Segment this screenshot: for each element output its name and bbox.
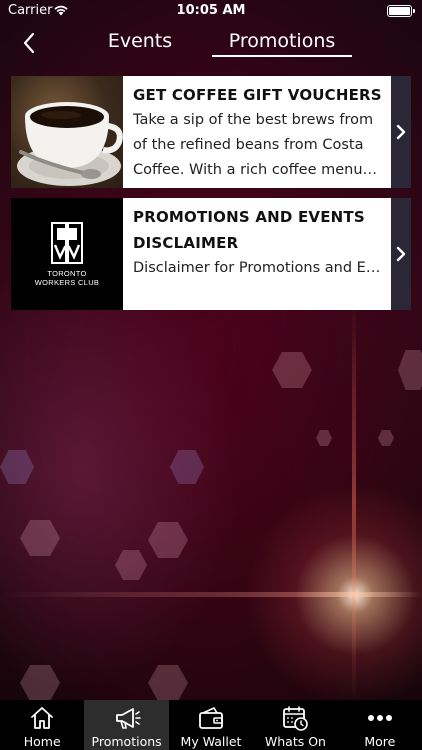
- background-bokeh: [272, 352, 312, 388]
- active-tab-indicator: [212, 55, 352, 57]
- promotion-title: PROMOTIONS AND EVENTS DISCLAIMER: [133, 208, 365, 252]
- chevron-left-icon: [23, 32, 35, 54]
- tab-promotions[interactable]: Promotions: [212, 30, 352, 58]
- wallet-icon: [199, 707, 223, 729]
- megaphone-icon: [115, 708, 141, 729]
- tab-bar-label: More: [364, 734, 396, 749]
- background-bokeh: [378, 430, 394, 446]
- more-dots-icon: [367, 715, 392, 721]
- chevron-right-icon: [396, 124, 406, 140]
- coffee-cup-image: [11, 76, 123, 188]
- status-time: 10:05 AM: [176, 3, 246, 18]
- tab-events[interactable]: Events: [95, 30, 185, 58]
- tab-bar-item-promotions[interactable]: Promotions: [84, 700, 169, 750]
- promotion-open-button[interactable]: [391, 76, 411, 188]
- background-bokeh: [148, 665, 188, 701]
- promotion-description: Take a sip of the best brews from of the…: [133, 112, 374, 178]
- background-light-streak: [352, 300, 356, 700]
- background-light-streak: [0, 592, 422, 597]
- promotion-title: GET COFFEE GIFT VOUCHERS: [133, 86, 382, 104]
- tab-bar-item-home[interactable]: Home: [0, 700, 84, 750]
- background-bokeh: [20, 520, 60, 556]
- background-bokeh: [20, 665, 60, 701]
- background-bokeh: [398, 350, 422, 390]
- background-bokeh: [170, 450, 204, 484]
- tab-bar-label: Whats On: [264, 734, 326, 749]
- background-bokeh: [115, 550, 147, 580]
- tab-bar-item-my-wallet[interactable]: My Wallet: [169, 700, 253, 750]
- promotion-card[interactable]: TORONTO WORKERS CLUB PROMOTIONS AND EVEN…: [11, 198, 411, 310]
- tab-bar-label: My Wallet: [180, 734, 242, 749]
- toronto-workers-club-logo: TORONTO WORKERS CLUB: [11, 198, 123, 310]
- logo-text: TORONTO WORKERS CLUB: [34, 269, 100, 287]
- background-bokeh: [0, 450, 34, 484]
- club-emblem-icon: [51, 222, 83, 264]
- back-button[interactable]: [14, 28, 44, 58]
- promotion-card[interactable]: GET COFFEE GIFT VOUCHERS Take a sip of t…: [11, 76, 411, 188]
- background-bokeh: [148, 522, 188, 558]
- tab-bar-label: Home: [23, 734, 61, 749]
- home-icon: [31, 707, 54, 729]
- status-bar: Carrier 10:05 AM: [0, 0, 422, 24]
- tab-bar-label: Promotions: [91, 734, 162, 749]
- battery-icon: [387, 5, 415, 17]
- promotion-card-body: PROMOTIONS AND EVENTS DISCLAIMER Disclai…: [123, 198, 391, 310]
- promotion-description: Disclaimer for Promotions and Events: [133, 260, 383, 276]
- chevron-right-icon: [396, 246, 406, 262]
- promotion-open-button[interactable]: [391, 198, 411, 310]
- calendar-clock-icon: [283, 706, 309, 731]
- background-bokeh: [316, 430, 332, 446]
- tab-bar-item-whats-on[interactable]: Whats On: [253, 700, 337, 750]
- bottom-tab-bar: Home Promotions My Wallet Whats On More: [0, 700, 422, 750]
- tab-bar-item-more[interactable]: More: [338, 700, 422, 750]
- promotion-card-body: GET COFFEE GIFT VOUCHERS Take a sip of t…: [123, 76, 391, 188]
